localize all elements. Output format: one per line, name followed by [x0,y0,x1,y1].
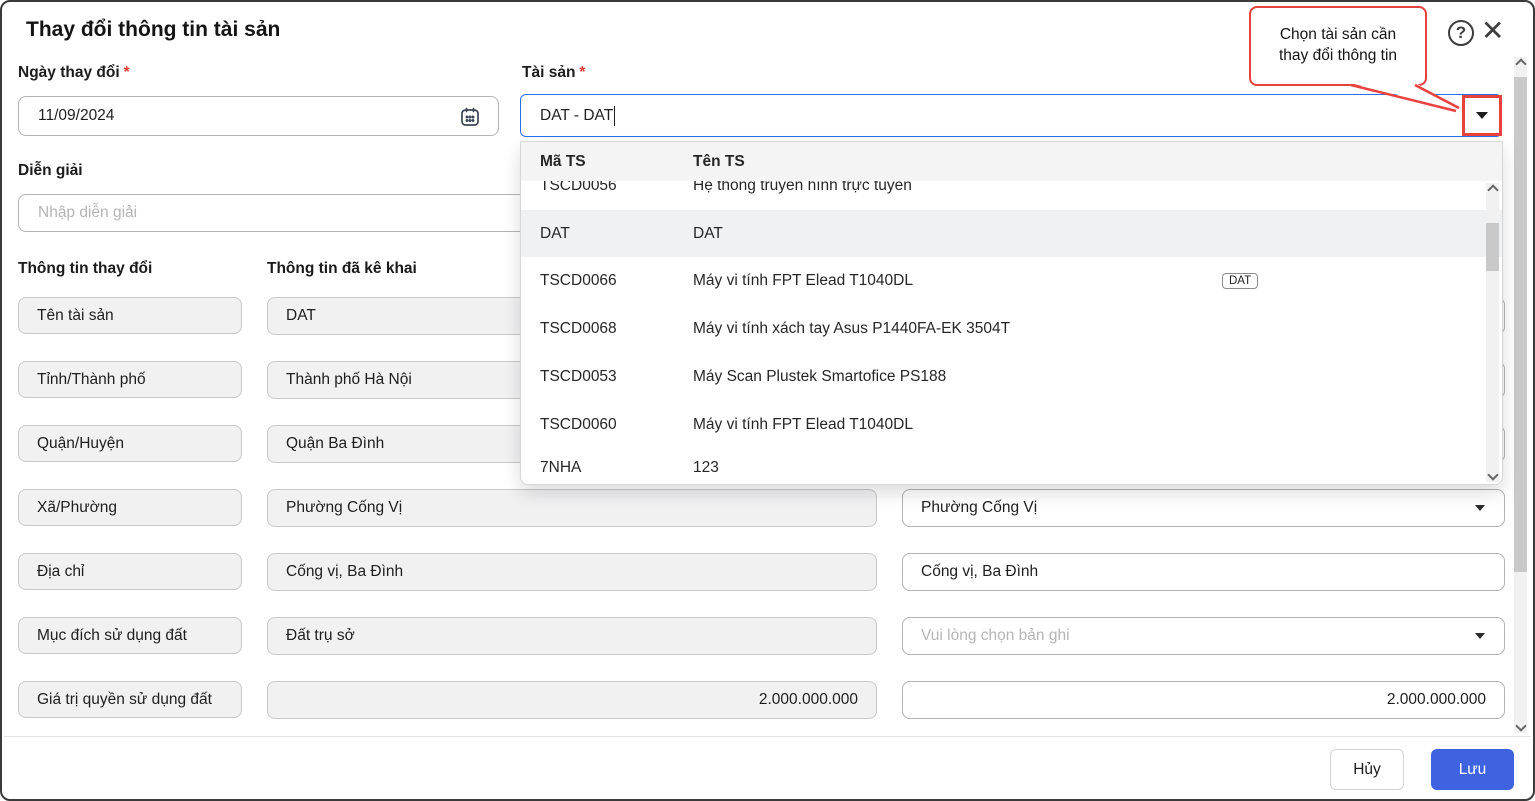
note-placeholder: Nhập diễn giải [38,204,137,222]
help-icon[interactable]: ? [1448,20,1474,46]
row-label-district: Quận/Huyện [18,425,242,462]
section-changed-info: Thông tin thay đổi [18,260,152,278]
change-asset-info-dialog: Thay đổi thông tin tài sản ? ✕ Ngày thay… [0,0,1535,801]
required-asterisk: * [579,64,585,81]
asset-label: Tài sản* [522,64,585,82]
change-date-value: 11/09/2024 [38,107,114,125]
chevron-down-icon[interactable] [1475,633,1485,639]
scrollbar-thumb[interactable] [1486,223,1499,271]
declared-ward: Phường Cống Vị [267,489,877,527]
footer-divider [4,736,1531,737]
dropdown-scrollbar[interactable] [1486,183,1499,482]
calendar-icon[interactable] [458,105,482,134]
row-label-land-use-value: Giá trị quyền sử dụng đất [18,681,242,718]
row-label-land-use-purpose: Mục đích sử dụng đất [18,617,242,654]
dropdown-header: Mã TS Tên TS [521,142,1502,181]
declared-land-use-value: 2.000.000.000 [267,681,877,719]
land-use-placeholder: Vui lòng chọn bản ghi [921,627,1070,645]
dropdown-option-selected[interactable]: DAT DAT [521,210,1502,257]
cancel-button[interactable]: Hủy [1330,749,1404,790]
chevron-down-icon[interactable] [1476,112,1488,119]
chevron-down-icon[interactable] [1475,505,1485,511]
row-label-asset-name: Tên tài sản [18,297,242,334]
scrollbar-thumb[interactable] [1514,77,1527,572]
dropdown-option[interactable]: 7NHA 123 [521,449,1502,485]
dropdown-option[interactable]: TSCD0056 Hệ thống truyền hình trực tuyến [521,181,1502,210]
new-land-use-value-input[interactable]: 2.000.000.000 [902,681,1505,719]
new-ward-select[interactable]: Phường Cống Vị [902,489,1505,527]
dropdown-option[interactable]: TSCD0053 Máy Scan Plustek Smartofice PS1… [521,353,1502,401]
column-header-name: Tên TS [693,153,745,171]
dropdown-option[interactable]: TSCD0066 Máy vi tính FPT Elead T1040DL D… [521,257,1502,305]
change-date-input[interactable]: 11/09/2024 [18,96,499,136]
note-label: Diễn giải [18,162,83,180]
scroll-down-icon[interactable] [1487,469,1498,480]
asset-dropdown-arrow-highlight[interactable] [1462,95,1502,136]
required-asterisk: * [124,64,130,81]
dialog-scrollbar[interactable] [1514,57,1527,733]
change-date-label: Ngày thay đổi* [18,64,130,82]
callout-line2: thay đổi thông tin [1251,45,1425,66]
column-header-code: Mã TS [521,153,693,171]
text-cursor [614,106,615,126]
declared-address: Cống vị, Ba Đình [267,553,877,591]
dropdown-option[interactable]: TSCD0060 Máy vi tính FPT Elead T1040DL [521,401,1502,449]
asset-type-badge: DAT [1222,273,1258,289]
scroll-down-icon[interactable] [1515,720,1526,731]
dropdown-option[interactable]: TSCD0068 Máy vi tính xách tay Asus P1440… [521,305,1502,353]
asset-dropdown-panel: Mã TS Tên TS TSCD0056 Hệ thống truyền hì… [520,141,1503,485]
callout-line1: Chọn tài sản cần [1251,24,1425,45]
asset-combobox-input[interactable]: DAT - DAT [520,94,1502,137]
section-declared-info: Thông tin đã kê khai [267,260,417,278]
callout-bubble: Chọn tài sản cần thay đổi thông tin [1249,6,1427,86]
asset-combobox-value: DAT - DAT [540,107,613,125]
scroll-up-icon[interactable] [1487,184,1498,195]
scroll-up-icon[interactable] [1515,58,1526,69]
dialog-title: Thay đổi thông tin tài sản [26,18,280,42]
save-button[interactable]: Lưu [1431,749,1514,790]
declared-land-use-purpose: Đất trụ sở [267,617,877,655]
row-label-address: Địa chỉ [18,553,242,590]
row-label-ward: Xã/Phường [18,489,242,526]
new-land-use-purpose-select[interactable]: Vui lòng chọn bản ghi [902,617,1505,655]
close-icon[interactable]: ✕ [1481,15,1504,47]
row-label-province: Tỉnh/Thành phố [18,361,242,398]
new-address-input[interactable]: Cống vị, Ba Đình [902,553,1505,591]
